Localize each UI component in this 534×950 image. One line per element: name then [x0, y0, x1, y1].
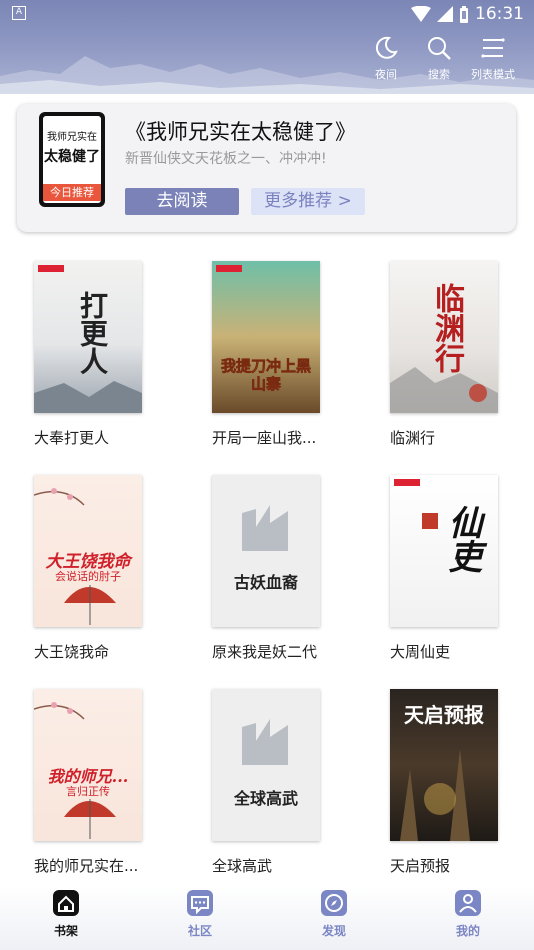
book-cover[interactable]: 临渊行 — [390, 261, 498, 413]
book-item[interactable]: 全球高武 全球高武 — [212, 689, 362, 899]
book-title: 大王饶我命 — [34, 643, 110, 661]
status-time: 16:31 — [475, 4, 524, 24]
cover-title-text: 仙吏 — [442, 505, 482, 573]
search-label: 搜索 — [428, 68, 450, 81]
search-icon — [428, 37, 451, 60]
nav-community[interactable]: 社区 — [170, 888, 230, 948]
seal-icon — [422, 513, 438, 529]
publisher-logo — [216, 265, 242, 272]
nav-bookshelf[interactable]: 书架 — [36, 888, 96, 948]
moon-icon — [375, 36, 398, 59]
cover-author-text: 会说话的肘子 — [55, 570, 121, 583]
book-cover[interactable]: 我的师兄... 言归正传 — [34, 689, 142, 841]
book-title: 大奉打更人 — [34, 429, 110, 447]
list-mode-button[interactable]: 列表模式 — [465, 34, 521, 84]
book-cover[interactable]: 大王饶我命 会说话的肘子 — [34, 475, 142, 627]
featured-cover-line1: 我师兄实在 — [47, 132, 97, 143]
status-app-badge: A — [12, 6, 26, 20]
book-title: 开局一座山我... — [212, 429, 317, 447]
book-item[interactable]: 天启预报 天启预报 — [390, 689, 534, 899]
chat-icon — [187, 890, 213, 916]
wifi-icon — [411, 6, 431, 22]
nav-discover-label: 发现 — [321, 924, 346, 938]
more-recommend-button[interactable]: 更多推荐 > — [251, 188, 365, 215]
book-title: 全球高武 — [212, 857, 273, 875]
book-title: 原来我是妖二代 — [212, 643, 318, 661]
featured-book-subtitle: 新晋仙侠文天花板之一、冲冲冲! — [125, 151, 327, 167]
night-mode-button[interactable]: 夜间 — [358, 34, 414, 84]
book-item[interactable]: 我提刀冲上黑山寨 开局一座山我... — [212, 261, 362, 471]
nav-community-label: 社区 — [187, 924, 212, 938]
today-recommend-badge: 今日推荐 — [43, 184, 101, 201]
cover-title-text: 临渊行 — [429, 283, 464, 373]
book-cover[interactable]: 全球高武 — [212, 689, 320, 841]
cover-title-text: 全球高武 — [233, 789, 298, 808]
cover-author-text: 言归正传 — [66, 785, 110, 798]
featured-book-title: 《我师兄实在太稳健了》 — [125, 120, 356, 144]
list-icon — [481, 38, 505, 58]
cover-title-text: 打更人 — [76, 291, 109, 375]
list-mode-label: 列表模式 — [471, 68, 515, 81]
nav-mine[interactable]: 我的 — [438, 888, 498, 948]
compass-icon — [321, 890, 347, 916]
book-item[interactable]: 我的师兄... 言归正传 我的师兄实在... — [34, 689, 184, 899]
cover-art — [242, 719, 288, 765]
featured-recommendation-card[interactable]: 我师兄实在 太稳健了 今日推荐 《我师兄实在太稳健了》 新晋仙侠文天花板之一、冲… — [17, 104, 516, 232]
featured-cover-line2: 太稳健了 — [44, 149, 100, 165]
signal-icon — [437, 6, 453, 22]
book-item[interactable]: 仙吏 大周仙吏 — [390, 475, 534, 685]
cover-art — [400, 749, 470, 841]
search-button[interactable]: 搜索 — [411, 34, 467, 84]
book-title: 临渊行 — [390, 429, 436, 447]
book-cover[interactable]: 我提刀冲上黑山寨 — [212, 261, 320, 413]
nav-discover[interactable]: 发现 — [304, 888, 364, 948]
book-title: 天启预报 — [390, 857, 451, 875]
cover-title-text: 我提刀冲上黑山寨 — [220, 357, 312, 394]
publisher-logo — [38, 265, 64, 272]
book-cover[interactable]: 天启预报 — [390, 689, 498, 841]
nav-bookshelf-label: 书架 — [53, 924, 78, 938]
book-item[interactable]: 古妖血裔 原来我是妖二代 — [212, 475, 362, 685]
status-bar: A 16:31 — [0, 0, 534, 28]
bottom-navigation: 书架 社区 发现 我的 — [0, 886, 534, 950]
nav-mine-label: 我的 — [455, 924, 480, 938]
user-icon — [455, 890, 481, 916]
featured-book-cover[interactable]: 我师兄实在 太稳健了 今日推荐 — [39, 112, 105, 207]
book-cover[interactable]: 古妖血裔 — [212, 475, 320, 627]
app-header: A 16:31 夜间 搜索 列表模式 — [0, 0, 534, 94]
night-mode-label: 夜间 — [375, 68, 397, 81]
book-cover[interactable]: 仙吏 — [390, 475, 498, 627]
cover-art — [242, 505, 288, 551]
home-icon — [53, 890, 79, 916]
battery-icon — [460, 5, 468, 23]
book-title: 我的师兄实在... — [34, 857, 139, 875]
cover-title-text: 古妖血裔 — [233, 573, 298, 592]
book-title: 大周仙吏 — [390, 643, 451, 661]
book-item[interactable]: 大王饶我命 会说话的肘子 大王饶我命 — [34, 475, 184, 685]
read-button[interactable]: 去阅读 — [125, 188, 239, 215]
book-item[interactable]: 临渊行 临渊行 — [390, 261, 534, 471]
publisher-logo — [394, 479, 420, 486]
cover-title-text: 天启预报 — [404, 703, 484, 727]
book-cover[interactable]: 打更人 — [34, 261, 142, 413]
book-item[interactable]: 打更人 大奉打更人 — [34, 261, 184, 471]
